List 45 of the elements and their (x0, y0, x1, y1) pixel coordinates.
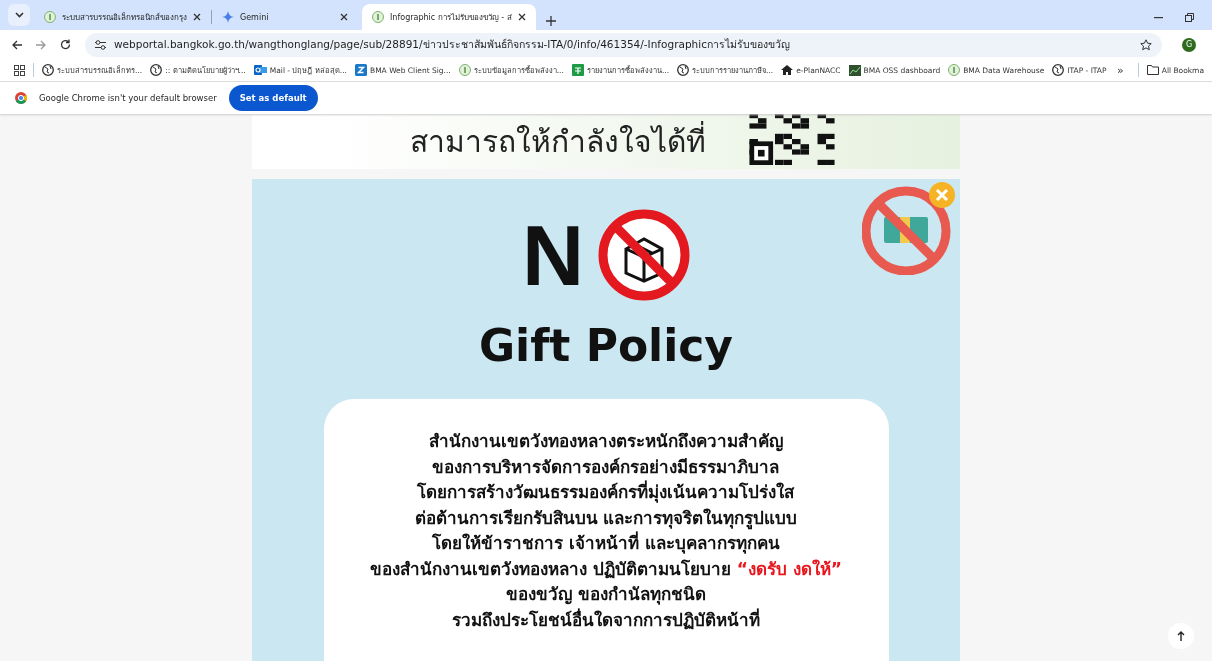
close-icon[interactable] (193, 13, 201, 21)
headline: Gift Policy (478, 321, 734, 371)
dashboard-icon (848, 64, 861, 76)
banner-text: สามารถให้กำลังใจได้ที่ (410, 115, 706, 169)
forward-icon[interactable] (36, 39, 46, 50)
new-tab-icon[interactable] (545, 16, 556, 26)
set-default-button[interactable]: Set as default (228, 85, 318, 111)
reload-icon[interactable] (60, 39, 71, 50)
chrome-logo-icon (15, 92, 27, 104)
spreadsheet-icon (571, 64, 584, 76)
scroll-to-top-button[interactable] (1168, 623, 1194, 649)
globe-icon (42, 64, 54, 76)
folder-icon (1146, 65, 1159, 75)
tab-title: Infographic การไม่รับของขวัญ - ส่ (390, 11, 512, 24)
restore-icon[interactable] (1185, 13, 1194, 22)
arrow-up-icon (1177, 631, 1185, 641)
profile-avatar[interactable]: G (1182, 37, 1196, 52)
tab-title: ระบบสารบรรณอิเล็กทรอนิกส์ของกรุง (62, 11, 187, 24)
mail-icon (253, 64, 267, 76)
letter-z-icon (355, 64, 367, 76)
tab-title: Gemini (240, 12, 270, 22)
browser-tab[interactable]: Infographic การไม่รับของขวัญ - ส่ (362, 4, 536, 30)
headline-letter: N (521, 215, 585, 295)
minimize-icon[interactable] (1154, 16, 1163, 19)
no-gift-icon (598, 209, 691, 301)
globe-icon (1052, 64, 1065, 76)
no-money-icon (862, 181, 958, 275)
browser-tab[interactable]: Gemini (212, 4, 358, 30)
tune-icon[interactable] (95, 39, 106, 50)
apps-grid-icon[interactable] (14, 64, 25, 76)
globe-icon (677, 64, 690, 76)
chevron-down-icon (14, 12, 24, 18)
house-icon (781, 64, 794, 76)
tab-search-button[interactable] (8, 4, 30, 26)
close-icon[interactable] (340, 13, 348, 21)
more-bookmarks-button[interactable]: » (1117, 63, 1124, 77)
address-field[interactable]: webportal.bangkok.go.th/wangthonglang/page/sub/28891/ข่าวประชาสัมพันธ์กิจกรรม-ITA/0/info/461354/-Infographicการไม่รับของขวัญ (85, 32, 1162, 57)
policy-statement: สำนักงานเขตวังทองหลางตระหนักถึงความสำคัญ ของการบริหารจัดการองค์กรอย่างมีธรรมาภิบาล โดยการสร้างวัฒนธรรมองค์กรที่มุ่งเน้นความโปร่งใส ต่อต้านการเรียกรับสินบน และการทุจริตในทุกรูปแบบ โดยให้ข้าราชการ เจ้าหน้าที่ และบุคลากรทุกคน ของสำนักงานเขตวังทองหลาง ปฏิบัติตามนโยบาย “งดรับ งดให้” ของขวัญ ของกำนัลทุกชนิด รวมถึงประโยชน์อื่นใดจากการปฏิบัติหน้าที่ (369, 430, 843, 632)
browser-tab[interactable]: ระบบสารบรรณอิเล็กทรอนิกส์ของกรุง (34, 4, 211, 30)
globe-icon (150, 64, 163, 76)
infobar-message: Google Chrome isn't your default browser (39, 93, 217, 103)
sparkle-icon (222, 11, 234, 23)
star-icon[interactable] (1140, 38, 1152, 51)
close-icon[interactable] (517, 13, 526, 21)
back-icon[interactable] (12, 39, 22, 50)
